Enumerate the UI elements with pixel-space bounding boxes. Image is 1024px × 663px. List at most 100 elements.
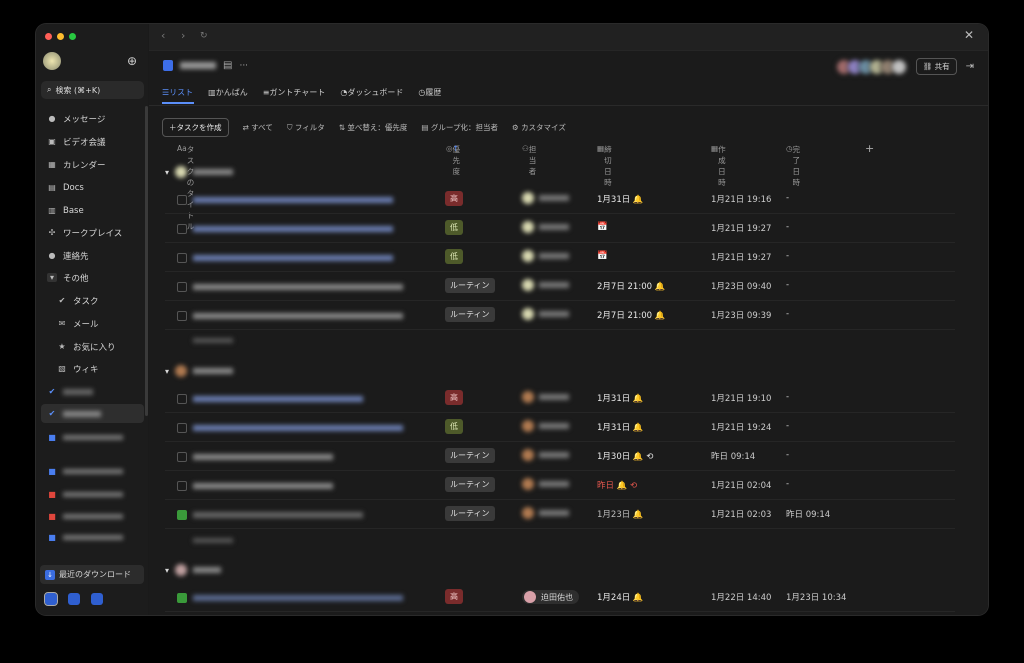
task-checkbox[interactable] (177, 452, 187, 462)
owner[interactable] (522, 221, 569, 233)
pinned-item[interactable]: ✔ (41, 382, 144, 401)
due-date[interactable]: 1月31日 🔔 (597, 193, 644, 205)
notes-icon[interactable]: ▤ (223, 60, 232, 71)
pinned-pdf[interactable]: ■ (41, 507, 144, 526)
col-created[interactable]: ▦ 作成日時 (711, 144, 726, 187)
priority-badge[interactable]: 低 (445, 220, 463, 235)
add-task-link[interactable] (193, 338, 233, 343)
add-column-icon[interactable]: + (865, 142, 874, 155)
group-header[interactable]: ▾ (165, 563, 222, 577)
table-row[interactable]: ルーティン 1月23日 🔔 1月21日 02:03 昨日 09:14 (165, 500, 955, 529)
sidebar-item-contacts[interactable]: ● 連絡先 (41, 246, 144, 265)
group-header[interactable]: ▾ (165, 364, 234, 378)
sidebar-item-video[interactable]: ▣ ビデオ会議 (41, 132, 144, 151)
sidebar-item-mail[interactable]: ✉ メール (51, 314, 144, 333)
sidebar-item-tasks[interactable]: ✔ タスク (51, 291, 144, 310)
group-button[interactable]: ▤ グループ化：担当者 (421, 122, 498, 133)
pinned-doc[interactable]: ■ (41, 462, 144, 481)
due-date[interactable]: 2月7日 21:00 🔔 (597, 280, 665, 292)
table-row[interactable]: ルーティン 2月7日 21:00 🔔 1月23日 09:40 - (165, 272, 955, 301)
pinned-item-active[interactable]: ✔ (41, 404, 144, 423)
add-task-link[interactable] (193, 538, 233, 543)
owner[interactable] (522, 192, 569, 204)
priority-badge[interactable]: ルーティン (445, 307, 495, 322)
share-button[interactable]: ⛓ 共有 (915, 58, 957, 75)
task-checkbox[interactable] (177, 481, 187, 491)
pinned-doc[interactable]: ■ (41, 428, 144, 447)
due-date[interactable]: 1月31日 🔔 (597, 392, 644, 404)
calendar-icon[interactable]: 📅 (597, 251, 608, 261)
task-title[interactable] (193, 512, 363, 518)
sidebar-item-messages[interactable]: ● メッセージ (41, 109, 144, 128)
forward-icon[interactable]: › (181, 29, 185, 42)
recent-downloads-button[interactable]: ↓ 最近のダウンロード (40, 565, 144, 584)
owner[interactable] (522, 420, 569, 432)
filter-all-button[interactable]: ⇄ すべて (243, 122, 273, 133)
task-title[interactable] (193, 284, 403, 290)
due-date[interactable]: 1月23日 🔔 (597, 508, 644, 520)
sort-button[interactable]: ⇅ 並べ替え：優先度 (339, 122, 408, 133)
due-date[interactable]: 昨日 🔔 ⟲ (597, 479, 637, 491)
pinned-pdf[interactable]: ■ (41, 485, 144, 504)
task-checkbox[interactable] (177, 195, 187, 205)
tab-dashboard[interactable]: ◔ダッシュボード (340, 87, 403, 98)
task-checkbox[interactable] (177, 253, 187, 263)
task-checkbox[interactable] (177, 224, 187, 234)
priority-badge[interactable]: ルーティン (445, 278, 495, 293)
due-date[interactable]: 1月24日 🔔 (597, 591, 644, 603)
due-date[interactable]: 1月31日 🔔 (597, 421, 644, 433)
task-checkbox[interactable] (177, 311, 187, 321)
task-title[interactable] (193, 255, 393, 261)
owner[interactable]: 迫田佑也 (522, 590, 579, 604)
tab-gantt[interactable]: ≡ガントチャート (263, 87, 326, 98)
tab-kanban[interactable]: ▥かんばん (208, 87, 248, 98)
task-title[interactable] (193, 425, 403, 431)
table-row[interactable]: 高 1月31日 🔔 1月21日 19:10 - (165, 384, 955, 413)
task-checkbox[interactable] (177, 394, 187, 404)
close-window-button[interactable] (45, 33, 52, 40)
due-date[interactable]: 2月7日 21:00 🔔 (597, 309, 665, 321)
sidebar-item-more[interactable]: ▾ その他 (41, 268, 144, 287)
task-title[interactable] (193, 396, 363, 402)
user-avatar[interactable] (43, 52, 61, 70)
priority-badge[interactable]: ルーティン (445, 506, 495, 521)
sidebar-item-docs[interactable]: ▤ Docs (41, 178, 144, 197)
priority-badge[interactable]: 低 (445, 249, 463, 264)
table-row[interactable]: 低 1月31日 🔔 1月21日 19:24 - (165, 413, 955, 442)
task-title[interactable] (193, 226, 393, 232)
task-checkbox-done[interactable] (177, 510, 187, 520)
customize-button[interactable]: ⚙ カスタマイズ (512, 122, 566, 133)
priority-badge[interactable]: 高 (445, 390, 463, 405)
reload-icon[interactable]: ↻ (200, 31, 208, 41)
col-due[interactable]: ▦ 締切日時 (597, 144, 612, 187)
priority-badge[interactable]: 低 (445, 419, 463, 434)
due-date[interactable]: 1月30日 🔔 ⟲ (597, 450, 653, 462)
table-row[interactable]: 低 📅 1月21日 19:27 - (165, 214, 955, 243)
search-button[interactable]: ⌕ 検索 (⌘+K) (41, 81, 144, 99)
owner[interactable] (522, 449, 569, 461)
task-title[interactable] (193, 454, 333, 460)
filter-button[interactable]: ⛉ フィルタ (287, 122, 325, 133)
owner[interactable] (522, 391, 569, 403)
calendar-icon[interactable]: 📅 (597, 222, 608, 232)
owner[interactable] (522, 250, 569, 262)
app-icon[interactable] (91, 593, 103, 605)
sidebar-item-calendar[interactable]: ▦ カレンダー (41, 155, 144, 174)
app-icon[interactable] (68, 593, 80, 605)
tab-history[interactable]: ◷履歴 (418, 87, 441, 98)
col-title[interactable]: Aa タスクのタイトル (177, 144, 194, 231)
task-checkbox[interactable] (177, 282, 187, 292)
owner[interactable] (522, 478, 569, 490)
col-priority[interactable]: ◎ 優先度 ↑ (446, 144, 460, 176)
app-icon[interactable] (44, 592, 58, 606)
exit-icon[interactable]: ⇥ (966, 61, 974, 72)
table-row[interactable]: ルーティン 昨日 🔔 ⟲ 1月21日 02:04 - (165, 471, 955, 500)
add-icon[interactable]: ⊕ (127, 54, 137, 68)
sidebar-item-wiki[interactable]: ▧ ウィキ (51, 359, 144, 378)
more-icon[interactable]: ··· (239, 61, 248, 71)
back-icon[interactable]: ‹ (161, 29, 165, 42)
member-avatars[interactable] (835, 58, 907, 75)
col-done[interactable]: ◷ 完了日時 (786, 144, 800, 187)
sidebar-item-workplace[interactable]: ✣ ワークプレイス (41, 223, 144, 242)
owner[interactable] (522, 308, 569, 320)
